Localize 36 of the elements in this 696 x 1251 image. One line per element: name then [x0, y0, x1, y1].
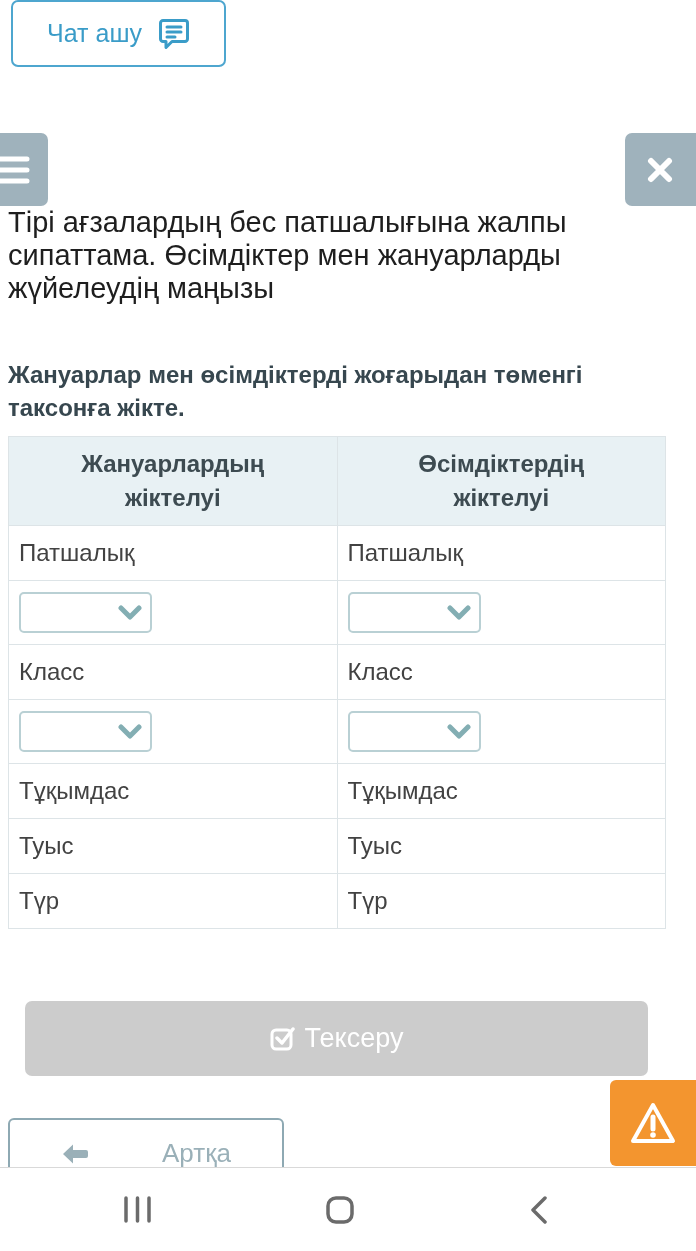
chat-button[interactable]: Чат ашу — [11, 0, 226, 67]
menu-icon — [0, 154, 30, 185]
column-header: Жануарлардың жіктелуі — [8, 436, 337, 526]
table-cell: Патшалық — [8, 525, 337, 581]
rounded-square-icon[interactable] — [326, 1195, 354, 1224]
table-cell: Тұқымдас — [337, 763, 666, 819]
warning-icon — [630, 1102, 676, 1144]
speech-bubble-icon — [157, 17, 190, 50]
table-cell: Туыс — [8, 818, 337, 874]
warning-button[interactable] — [610, 1080, 696, 1166]
dropdown-field[interactable] — [347, 592, 481, 633]
dropdown-field[interactable] — [19, 711, 152, 752]
chevron-down-icon — [118, 604, 142, 621]
menu-button[interactable] — [0, 133, 48, 206]
dropdown-field[interactable] — [19, 592, 152, 633]
close-button[interactable] — [625, 133, 696, 206]
table-cell: Класс — [8, 644, 337, 700]
table-cell: Патшалық — [337, 525, 666, 581]
check-square-icon — [269, 1026, 295, 1051]
chevron-down-icon — [446, 604, 471, 621]
chevron-down-icon — [118, 723, 142, 740]
chevron-down-icon — [446, 723, 471, 740]
table-cell: Класс — [337, 644, 666, 700]
lesson-title: Тірі ағзалардың бес патшалығына жалпы сипаттама. Өсімдіктер мен жануарларды жүйелеудің маңызы — [7, 206, 568, 305]
task-prompt: Жануарлар мен өсімдіктерді жоғарыдан төменгі таксонға жікте. — [7, 360, 584, 423]
back-button[interactable]: Артқа — [8, 1118, 284, 1167]
table-cell: Түр — [8, 873, 337, 929]
close-icon — [646, 156, 673, 183]
dropdown-field[interactable] — [347, 711, 481, 752]
bars-icon[interactable] — [124, 1196, 151, 1223]
column-header: Өсімдіктердің жіктелуі — [337, 436, 666, 526]
arrow-left-icon — [62, 1143, 88, 1165]
table-cell: Түр — [337, 873, 666, 929]
table-cell: Тұқымдас — [8, 763, 337, 819]
table-cell: Туыс — [337, 818, 666, 874]
chevron-left-icon[interactable] — [529, 1195, 549, 1224]
